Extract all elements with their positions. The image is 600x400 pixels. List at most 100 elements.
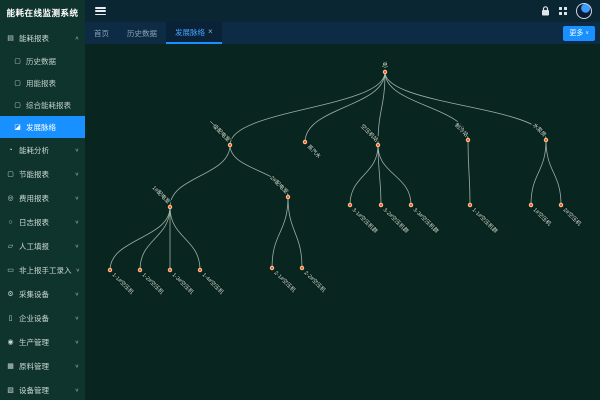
chevron-down-icon: ∨ <box>75 243 79 249</box>
tree-node-label: 总 <box>382 61 388 69</box>
tree-node-a2-2[interactable] <box>300 266 304 270</box>
sidebar-item-label: 人工填报 <box>19 241 49 252</box>
tab-label: 发展脉络 <box>175 27 205 38</box>
sidebar-item-log-report[interactable]: ○日志报表∨ <box>0 210 85 234</box>
tree-node-e2[interactable] <box>559 203 563 207</box>
more-button-label: 更多 <box>569 28 583 38</box>
tree-node-a1-2[interactable] <box>138 268 142 272</box>
tree-node-c1[interactable] <box>348 203 352 207</box>
app-window: 能耗在线监测系统 ▤能耗报表∧▢历史数据▢用能报表▢综合能耗报表◪发展脉络◔能耗… <box>0 0 600 400</box>
chevron-down-icon: ∨ <box>75 291 79 297</box>
tab-development-tree[interactable]: 发展脉络× <box>166 22 222 44</box>
tree-node-label: 2-2#空压机 <box>303 269 328 294</box>
sidebar-subitem-label: 综合能耗报表 <box>26 100 71 111</box>
settings-icon: ▧ <box>6 386 15 394</box>
tree-node-label: 3-3#空压机群 <box>412 206 441 235</box>
sidebar-item-production-management[interactable]: ◉生产管理∨ <box>0 330 85 354</box>
sidebar-item-energy-analysis[interactable]: ◔能耗分析∨ <box>0 138 85 162</box>
tree-edge <box>272 197 288 268</box>
tab-close-icon[interactable]: × <box>208 28 213 36</box>
lock-icon[interactable] <box>541 6 550 16</box>
tree-node-e1[interactable] <box>529 203 533 207</box>
sidebar-subitem-development-tree[interactable]: ◪发展脉络 <box>0 116 85 138</box>
tree-edge <box>140 207 170 270</box>
device-icon: ▯ <box>6 314 15 322</box>
tree-node-a1-1[interactable] <box>108 268 112 272</box>
tree-edge <box>110 207 170 270</box>
tab-history-data[interactable]: 历史数据 <box>118 22 166 44</box>
sidebar-item-label: 原料管理 <box>19 361 49 372</box>
gear-icon: ⚙ <box>6 290 15 298</box>
tree-edge <box>305 72 385 142</box>
tree-node-label: 1-2#空压机 <box>141 271 166 296</box>
sidebar-item-manual-report[interactable]: ▱人工填报∨ <box>0 234 85 258</box>
sidebar-item-energy-saving-report[interactable]: ▢节能报表∨ <box>0 162 85 186</box>
tab-label: 首页 <box>94 28 109 39</box>
tree-node-a2[interactable] <box>286 195 290 199</box>
chevron-down-icon: ∨ <box>75 195 79 201</box>
sidebar-item-label: 能耗报表 <box>19 33 49 44</box>
tree-node-a[interactable] <box>228 143 232 147</box>
sidebar-item-label: 日志报表 <box>19 217 49 228</box>
chevron-down-icon: ∨ <box>75 147 79 153</box>
sidebar-item-enterprise-device[interactable]: ▯企业设备∨ <box>0 306 85 330</box>
tab-bar: 首页历史数据发展脉络× 更多 ∨ <box>85 22 600 44</box>
chevron-down-icon: ∨ <box>75 339 79 345</box>
sidebar-item-label: 节能报表 <box>19 169 49 180</box>
tree-node-label: 1#配电室 <box>151 184 173 206</box>
log-icon: ○ <box>6 219 15 226</box>
tree-node-c[interactable] <box>376 143 380 147</box>
sidebar-item-energy-report[interactable]: ▤ 能耗报表 ∧ <box>0 26 85 50</box>
chevron-down-icon: ∨ <box>75 363 79 369</box>
more-button[interactable]: 更多 ∨ <box>563 26 595 41</box>
hamburger-menu-icon[interactable] <box>95 7 106 15</box>
sidebar-item-equipment-management[interactable]: ▧设备管理∨ <box>0 378 85 400</box>
sidebar-menu: ▤能耗报表∧▢历史数据▢用能报表▢综合能耗报表◪发展脉络◔能耗分析∨▢节能报表∨… <box>0 26 85 400</box>
tree-node-c2[interactable] <box>379 203 383 207</box>
tree-edge <box>170 145 230 207</box>
tree-node-label: 3-2#空压机群 <box>382 206 411 235</box>
top-bar-right <box>541 3 592 19</box>
doc-icon: ▢ <box>13 57 22 65</box>
sidebar-item-label: 能耗分析 <box>19 145 49 156</box>
tab-home[interactable]: 首页 <box>85 22 118 44</box>
material-icon: ▦ <box>6 362 15 370</box>
upload-icon: ▭ <box>6 266 15 274</box>
avatar[interactable] <box>576 3 592 19</box>
tree-node-a2-1[interactable] <box>270 266 274 270</box>
sidebar-item-cost-report[interactable]: ◎费用报表∨ <box>0 186 85 210</box>
tree-node-d1[interactable] <box>468 203 472 207</box>
sidebar-item-material-management[interactable]: ▦ 原料管理 ∨ <box>0 354 85 378</box>
sidebar-item-label: 采集设备 <box>19 289 49 300</box>
tree-node-a1[interactable] <box>168 205 172 209</box>
chevron-down-icon: ∨ <box>76 267 80 273</box>
tree-node-c3[interactable] <box>409 203 413 207</box>
tree-node-b[interactable] <box>303 140 307 144</box>
tree-edge <box>350 145 378 205</box>
tree-node-label: 空压机站 <box>359 122 381 144</box>
chevron-down-icon: ∨ <box>75 387 79 393</box>
tree-node-label: 一级配电室 <box>207 118 232 143</box>
apps-grid-icon[interactable] <box>559 7 567 15</box>
sidebar-item-label: 企业设备 <box>19 313 49 324</box>
tree-node-label: 1-3#空压机 <box>171 271 196 296</box>
tree-node-label: 1-1#空压机 <box>111 271 136 296</box>
tree-node-label: 1-1#空压机群 <box>471 206 500 235</box>
tab-bar-tabs: 首页历史数据发展脉络× <box>85 22 222 44</box>
sidebar-subitem-history-data[interactable]: ▢历史数据 <box>0 50 85 72</box>
report-icon: ▤ <box>6 34 15 42</box>
sidebar-subitem-energy-usage-report[interactable]: ▢用能报表 <box>0 72 85 94</box>
sidebar: 能耗在线监测系统 ▤能耗报表∧▢历史数据▢用能报表▢综合能耗报表◪发展脉络◔能耗… <box>0 0 85 400</box>
sidebar-subitem-comprehensive-energy-report[interactable]: ▢综合能耗报表 <box>0 94 85 116</box>
sidebar-item-collection-device[interactable]: ⚙ 采集设备 ∨ <box>0 282 85 306</box>
sidebar-item-non-report-manual-input[interactable]: ▭非上报手工录入∨ <box>0 258 85 282</box>
tree-node-a1-4[interactable] <box>198 268 202 272</box>
sidebar-subitem-label: 发展脉络 <box>26 122 56 133</box>
tree-node-e[interactable] <box>544 138 548 142</box>
tree-node-a1-3[interactable] <box>168 268 172 272</box>
sidebar-item-label: 费用报表 <box>19 193 49 204</box>
tree-node-label: 3-1#空压机群 <box>351 206 380 235</box>
chevron-up-icon: ∧ <box>75 35 79 41</box>
tree-node-d[interactable] <box>466 138 470 142</box>
tree-node-root[interactable] <box>383 70 387 74</box>
